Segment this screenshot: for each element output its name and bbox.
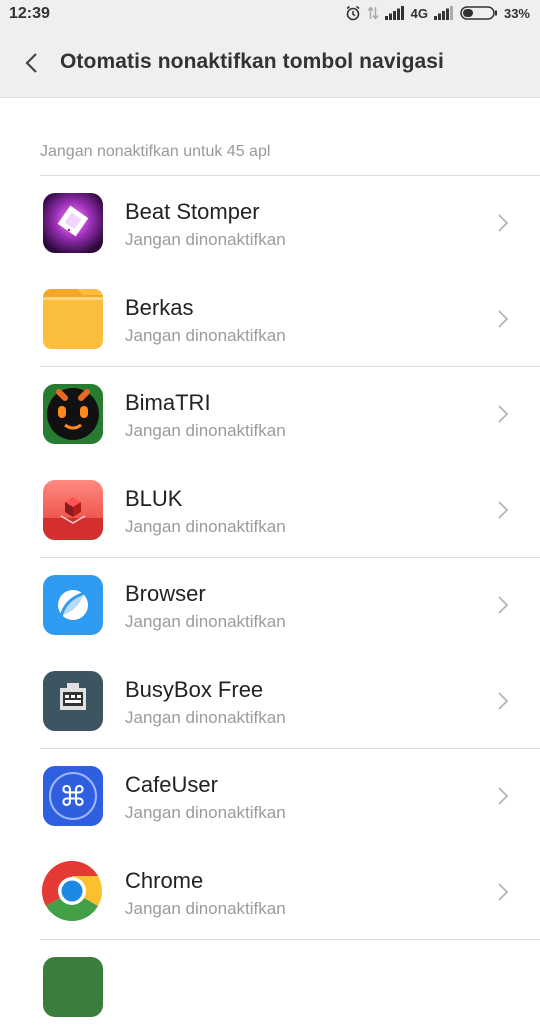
app-status: Jangan dinonaktifkan [125, 230, 286, 249]
list-item[interactable]: BLUK Jangan dinonaktifkan [0, 462, 540, 558]
app-status: Jangan dinonaktifkan [125, 516, 286, 536]
chevron-right-icon [498, 309, 509, 328]
app-name: CafeUser [125, 772, 218, 797]
list-item[interactable]: Browser Jangan dinonaktifkan [0, 557, 540, 653]
app-status: Jangan dinonaktifkan [125, 612, 286, 631]
chevron-right-icon [498, 882, 509, 901]
folder-icon [43, 288, 103, 349]
list-item[interactable]: ⌘ CafeUser Jangan dinonaktifkan [0, 748, 540, 844]
app-icon-partial [43, 957, 103, 1017]
list-item[interactable] [0, 939, 540, 1035]
chevron-left-icon [25, 53, 37, 73]
app-status: Jangan dinonaktifkan [125, 803, 286, 822]
status-bar: 12:39 4G 33% [0, 0, 540, 30]
signal-icon-2 [433, 6, 454, 20]
page-title: Otomatis nonaktifkan tombol navigasi [60, 50, 444, 73]
back-button[interactable] [14, 46, 48, 80]
svg-text:⌘: ⌘ [59, 780, 87, 813]
chrome-icon [40, 859, 104, 923]
status-icons: 4G 33% [345, 5, 530, 21]
battery-icon [460, 5, 498, 21]
battery-percent: 33% [503, 5, 530, 21]
app-name: Browser [125, 581, 206, 606]
chevron-right-icon [498, 500, 509, 519]
list-item[interactable]: Beat Stomper Jangan dinonaktifkan [0, 175, 540, 271]
cafeuser-icon: ⌘ [43, 766, 103, 826]
chevron-right-icon [498, 787, 509, 805]
bimatri-icon [43, 384, 103, 444]
list-item[interactable]: BimaTRI Jangan dinonaktifkan [0, 366, 540, 462]
network-type: 4G [410, 5, 428, 21]
status-time: 12:39 [9, 5, 50, 22]
section-header: Jangan nonaktifkan untuk 45 apl [40, 143, 271, 160]
app-list: Beat Stomper Jangan dinonaktifkan Berkas… [0, 175, 540, 1035]
app-name: BLUK [125, 485, 183, 511]
bluk-icon [43, 479, 103, 540]
app-name: BimaTRI [125, 390, 211, 415]
beat-stomper-icon [43, 193, 103, 253]
top-app-bar: Otomatis nonaktifkan tombol navigasi [0, 30, 540, 98]
chevron-right-icon [498, 691, 509, 710]
chevron-right-icon [498, 405, 509, 423]
app-status: Jangan dinonaktifkan [125, 421, 286, 440]
chevron-right-icon [498, 214, 509, 232]
app-name: Berkas [125, 294, 194, 320]
alarm-icon [345, 5, 361, 21]
list-item[interactable]: Chrome Jangan dinonaktifkan [0, 844, 540, 940]
chevron-right-icon [498, 596, 509, 614]
data-transfer-icon [367, 5, 379, 21]
list-item[interactable]: Berkas Jangan dinonaktifkan [0, 271, 540, 367]
app-status: Jangan dinonaktifkan [125, 707, 286, 727]
app-name: Chrome [125, 867, 204, 893]
browser-icon [43, 575, 103, 635]
list-item[interactable]: BusyBox Free Jangan dinonaktifkan [0, 653, 540, 749]
app-status: Jangan dinonaktifkan [125, 325, 286, 345]
busybox-icon [43, 670, 103, 731]
app-name: BusyBox Free [125, 676, 264, 702]
app-status: Jangan dinonaktifkan [125, 898, 286, 918]
signal-icon [384, 6, 405, 20]
app-name: Beat Stomper [125, 199, 260, 224]
